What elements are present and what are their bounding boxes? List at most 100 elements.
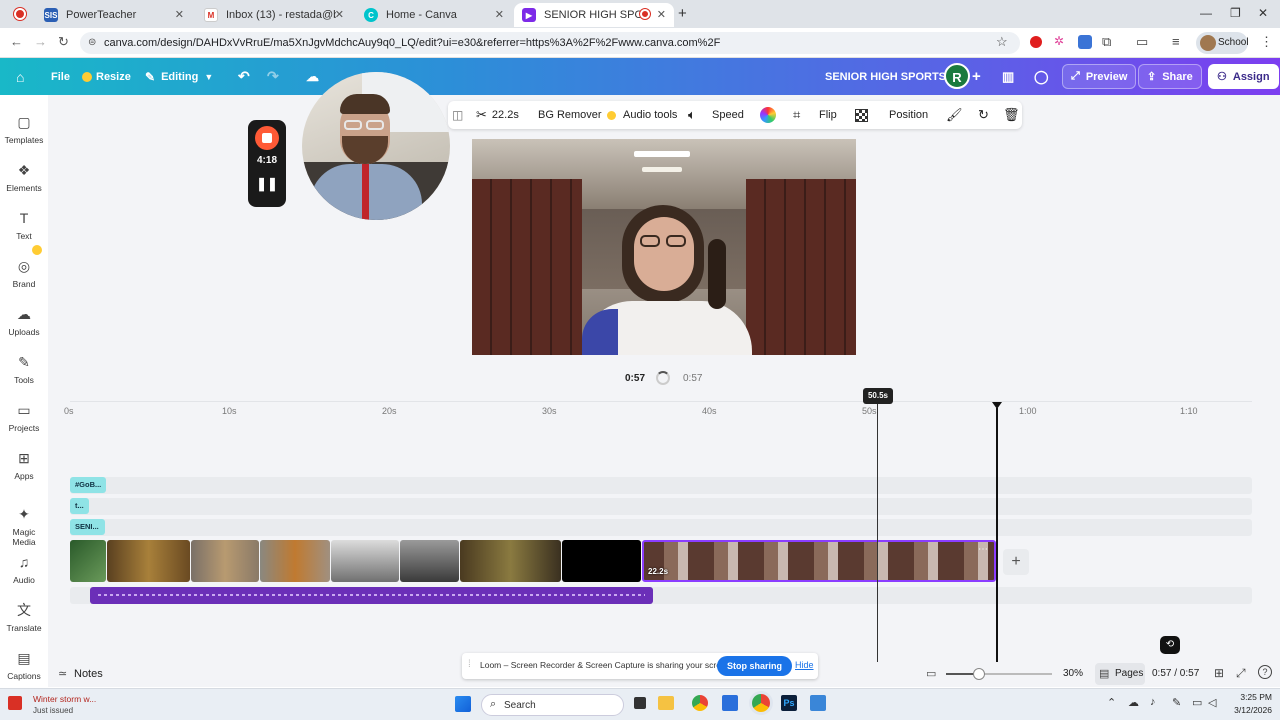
sidebar-item-apps[interactable]: ⊞ Apps <box>0 449 48 481</box>
close-window-icon[interactable]: ✕ <box>1258 6 1268 20</box>
timeline-view-icon[interactable]: ▭ <box>926 667 936 680</box>
sidebar-item-translate[interactable]: 文 Translate <box>0 601 48 633</box>
sidebar-item-uploads[interactable]: ☁ Uploads <box>0 305 48 337</box>
more-options-icon[interactable]: ⋯ <box>978 544 988 555</box>
tab-inbox[interactable]: M Inbox (13) - restada@billingsscl ✕ <box>196 3 352 27</box>
text-clip[interactable]: #GoB... <box>70 477 106 493</box>
help-icon[interactable]: ? <box>1258 665 1272 679</box>
crop-icon[interactable]: ⌗ <box>793 101 800 129</box>
back-icon[interactable]: ← <box>10 34 23 49</box>
end-marker-line[interactable] <box>996 408 998 662</box>
text-clip[interactable]: SENI... <box>70 519 105 535</box>
video-clip[interactable] <box>191 540 259 582</box>
forward-icon[interactable]: → <box>34 34 47 49</box>
tray-pen-icon[interactable]: ✎ <box>1172 696 1181 709</box>
selected-video-clip[interactable]: 22.2s ⋯ <box>642 540 996 582</box>
calculator-icon[interactable] <box>722 695 738 711</box>
task-view-icon[interactable] <box>634 697 646 709</box>
comments-icon[interactable]: ◯ <box>1034 58 1049 95</box>
tab-senior-high-sports[interactable]: ▶ SENIOR HIGH SPORTS - Vid ✕ <box>514 3 674 27</box>
redo-icon[interactable]: ↷ <box>267 58 279 95</box>
photoshop-icon[interactable]: Ps <box>781 695 797 711</box>
fullscreen-icon[interactable]: ⤢ <box>1236 666 1246 681</box>
home-icon[interactable]: ⌂ <box>16 58 24 95</box>
tray-overflow-icon[interactable]: ⌃ <box>1107 696 1116 709</box>
preview-button[interactable]: ⤢ Preview <box>1062 64 1137 89</box>
file-menu-button[interactable]: File <box>51 58 70 95</box>
stop-recording-button[interactable] <box>255 126 279 150</box>
close-tab-icon[interactable]: ✕ <box>495 8 504 21</box>
video-clip[interactable] <box>70 540 106 582</box>
end-marker-handle-icon[interactable] <box>992 402 1002 409</box>
zoom-level[interactable]: 30% <box>1063 668 1083 679</box>
chrome-active-icon[interactable] <box>752 694 770 712</box>
new-tab-icon[interactable]: + <box>678 5 687 22</box>
reload-icon[interactable]: ↻ <box>58 34 69 50</box>
paint-roller-icon[interactable]: 🖌︎ <box>946 101 963 129</box>
audio-clip[interactable] <box>90 587 653 604</box>
close-tab-icon[interactable]: ✕ <box>335 8 344 21</box>
video-clip[interactable] <box>260 540 330 582</box>
video-clip[interactable] <box>400 540 459 582</box>
trash-icon[interactable]: 🗑︎ <box>1003 101 1020 129</box>
flip-button[interactable]: Flip <box>819 101 837 129</box>
add-collaborator-icon[interactable]: + <box>972 58 981 95</box>
chrome-taskbar-icon[interactable] <box>692 695 708 711</box>
extension-badge-icon[interactable] <box>1078 35 1092 49</box>
trim-button[interactable]: ✂ 22.2s <box>476 101 519 129</box>
taskbar-search[interactable]: ⌕ Search <box>481 694 624 716</box>
extension-loom-icon[interactable]: ✲ <box>1054 34 1064 48</box>
windows-start-icon[interactable] <box>455 696 471 712</box>
audio-tools-button[interactable]: Audio tools <box>623 101 677 129</box>
video-clip[interactable] <box>331 540 399 582</box>
close-tab-icon[interactable]: ✕ <box>175 8 184 21</box>
video-preview[interactable] <box>472 139 856 355</box>
browser-menu-icon[interactable]: ⋮ <box>1260 34 1273 50</box>
loom-camera-bubble[interactable] <box>302 72 450 220</box>
sidebar-item-captions[interactable]: ▤ Captions <box>0 649 48 681</box>
close-tab-icon[interactable]: ✕ <box>657 8 666 21</box>
video-clip[interactable] <box>460 540 561 582</box>
address-bar[interactable]: ⊜ canva.com/design/DAHDxVvRruE/ma5XnJgvM… <box>80 32 1020 54</box>
sidebar-item-brand[interactable]: ◎ Brand <box>0 245 48 289</box>
text-clip[interactable]: t... <box>70 498 89 514</box>
tab-powerteacher[interactable]: SIS PowerTeacher ✕ <box>36 3 192 27</box>
split-icon[interactable]: ◫ <box>452 101 463 129</box>
zoom-slider-handle[interactable] <box>973 668 985 680</box>
design-title[interactable]: SENIOR HIGH SPORTS <box>825 58 946 95</box>
playhead-line[interactable] <box>877 404 878 662</box>
reading-list-icon[interactable]: ≡ <box>1172 34 1180 49</box>
bookmark-star-icon[interactable]: ☆ <box>996 34 1008 50</box>
tray-mic-icon[interactable]: ♪ <box>1150 696 1156 708</box>
site-info-icon[interactable]: ⊜ <box>88 32 96 54</box>
transparency-icon[interactable] <box>855 109 868 122</box>
video-clip[interactable] <box>107 540 190 582</box>
sidebar-item-text[interactable]: T Text <box>0 209 48 241</box>
sidebar-item-templates[interactable]: ▢ Templates <box>0 113 48 145</box>
undo-icon[interactable]: ↶ <box>238 58 250 95</box>
replace-icon[interactable]: ↻ <box>978 101 989 129</box>
maximize-window-icon[interactable]: ❐ <box>1230 6 1241 20</box>
position-button[interactable]: Position <box>889 101 928 129</box>
sidebar-item-audio[interactable]: ♫ Audio <box>0 553 48 585</box>
share-button[interactable]: ⇪ Share <box>1138 64 1202 89</box>
app-icon[interactable] <box>810 695 826 711</box>
notes-icon[interactable]: ≃ <box>58 667 67 680</box>
sidebar-item-projects[interactable]: ▭ Projects <box>0 401 48 433</box>
assign-button[interactable]: ⚇ Assign <box>1208 64 1279 89</box>
loom-float-button[interactable]: ⟲ <box>1160 636 1180 654</box>
tray-cloud-icon[interactable]: ☁ <box>1128 696 1139 709</box>
color-wheel-icon[interactable] <box>760 107 776 123</box>
editing-mode-button[interactable]: ✎ Editing ▼ <box>145 58 213 95</box>
speed-button[interactable]: Speed <box>712 101 744 129</box>
extensions-puzzle-icon[interactable]: ⧉ <box>1102 34 1111 50</box>
pause-icon[interactable]: ❚❚ <box>248 176 286 192</box>
tray-volume-icon[interactable]: ◁ <box>1208 696 1216 709</box>
minimize-window-icon[interactable]: — <box>1200 6 1212 20</box>
sidebar-item-magic-media[interactable]: ✦ Magic Media <box>0 505 48 547</box>
sidebar-item-elements[interactable]: ❖ Elements <box>0 161 48 193</box>
profile-chip[interactable]: School <box>1196 32 1249 54</box>
notes-button[interactable]: Notes <box>74 668 103 680</box>
tab-search-icon[interactable]: ▭ <box>1136 34 1148 50</box>
weather-widget[interactable]: Winter storm w... Just issued <box>8 693 128 717</box>
